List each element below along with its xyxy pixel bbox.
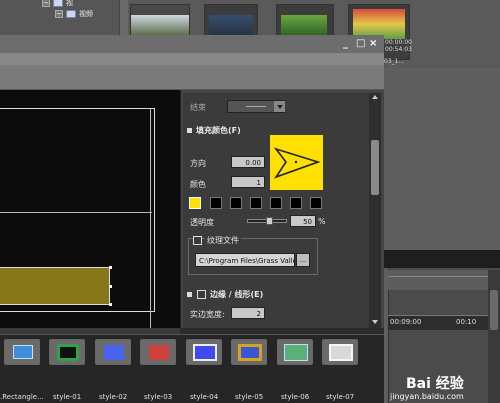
direction-label: 方向 [190,159,206,168]
opacity-input[interactable]: 50 [290,215,316,227]
resize-handle[interactable] [109,266,112,269]
style-02[interactable] [95,339,131,365]
style-label: style-03 [144,393,173,401]
preview-strip [384,250,500,268]
color-swatch[interactable] [290,197,302,209]
opacity-label: 透明度 [190,218,214,227]
style-label: .Rectangle... [0,393,44,401]
style-label: style-05 [235,393,264,401]
watermark-url: jingyan.baidu.com [390,392,464,401]
tree-item-label: 视 [66,0,73,7]
expand-icon[interactable]: − [42,0,50,7]
toolbar [0,65,384,90]
scrollbar-thumb[interactable] [371,140,379,195]
edge-checkbox[interactable] [197,290,206,299]
properties-scrollbar[interactable] [369,93,381,328]
opacity-unit: % [318,217,326,226]
edge-section-title: 边缘 / 线形(E) [210,290,264,299]
section-bullet-icon [187,128,192,133]
style-04[interactable] [186,339,222,365]
menu-bar [0,53,384,65]
direction-input[interactable]: 0.00 [231,156,265,168]
watermark: Bai 经验 jingyan.baidu.com [390,376,500,403]
style-rectangle[interactable] [4,339,40,365]
clip-timecode: 00:00:00 00:54:03 [385,39,412,53]
ruler-tick-label: 00:10 [456,318,477,326]
guide-line [0,212,152,213]
guide-line [150,108,151,328]
minimize-button[interactable]: _ [343,38,348,49]
color-swatch[interactable] [230,197,242,209]
style-label: style-04 [190,393,219,401]
resize-handle[interactable] [109,285,112,288]
style-label: style-06 [281,393,310,401]
color-swatch[interactable] [270,197,282,209]
watermark-logo: Bai 经验 [406,376,464,392]
style-label: style-07 [326,393,355,401]
texture-checkbox[interactable] [193,236,202,245]
color-label: 颜色 [190,180,206,189]
clip-name: 03_1... [384,58,405,65]
color-swatch[interactable] [310,197,322,209]
project-tree: − 视 − 视频 [0,0,120,35]
style-05[interactable] [231,339,267,365]
color-swatch-selected[interactable] [189,197,201,209]
style-label: style-02 [99,393,128,401]
texture-path-field[interactable]: C:\Program Files\Grass Valley\ [195,253,295,267]
chevron-down-icon[interactable] [274,101,285,112]
tree-item-video[interactable]: − 视频 [55,9,93,19]
style-07[interactable] [322,339,358,365]
style-06[interactable] [277,339,313,365]
window-titlebar[interactable] [0,35,384,53]
scroll-down-icon[interactable] [372,320,378,324]
expand-icon[interactable]: − [55,10,63,18]
texture-label: 纹理文件 [205,235,241,246]
ruler-tick-label: 00:09:00 [390,318,422,326]
style-03[interactable] [140,339,176,365]
end-label: 结束 [190,103,206,112]
style-label: style-01 [53,393,82,401]
browse-button[interactable]: ... [296,253,310,267]
fill-color-section-title: 填充颜色(F) [196,126,241,135]
edge-width-input[interactable]: 2 [231,307,265,319]
section-bullet-icon [187,292,192,297]
scroll-up-icon[interactable] [372,95,378,99]
envelope-icon [13,345,33,359]
folder-icon [53,0,63,7]
tree-item[interactable]: − 视 [42,0,73,8]
opacity-slider-handle[interactable] [266,217,273,225]
color-swatch[interactable] [210,197,222,209]
color-count-input[interactable]: 1 [231,176,265,188]
rectangle-object[interactable] [0,267,110,305]
timeline-header [388,270,500,290]
timeline-ruler[interactable]: 00:09:00 00:10 [388,315,500,330]
edge-width-label: 实边宽度: [190,310,225,319]
tree-item-label: 视频 [79,10,93,18]
maximize-button[interactable]: □ [356,38,365,49]
resize-handle[interactable] [109,303,112,306]
gradient-direction-preview[interactable] [270,135,323,190]
style-01[interactable] [49,339,85,365]
direction-arrow-icon [273,147,321,179]
color-swatch[interactable] [250,197,262,209]
close-button[interactable]: × [369,38,377,49]
folder-icon [66,10,76,18]
